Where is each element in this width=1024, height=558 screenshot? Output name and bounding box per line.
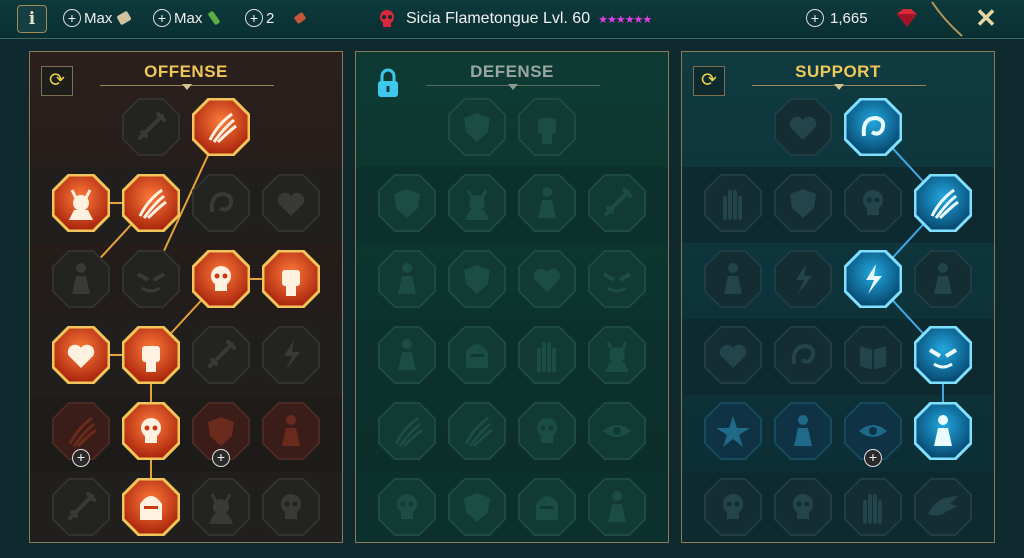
offense-skill-node[interactable] [52,478,110,536]
potion-resource[interactable]: + Max [153,7,223,29]
defense-skill-node[interactable] [518,250,576,308]
unlock-plus-button[interactable]: + [864,449,882,467]
defense-skill-node[interactable] [448,250,506,308]
defense-skill-node[interactable] [588,402,646,460]
offense-skill-node[interactable] [192,326,250,384]
defense-skill-node[interactable] [448,98,506,156]
support-skill-node[interactable] [844,98,902,156]
offense-skill-node[interactable] [122,250,180,308]
potion-count: Max [174,9,203,27]
offense-skill-node[interactable] [262,326,320,384]
defense-skill-node[interactable] [448,478,506,536]
offense-skill-node[interactable] [52,326,110,384]
offense-skill-node[interactable] [192,250,250,308]
support-skill-node[interactable] [704,250,762,308]
lock-icon[interactable] [376,68,400,98]
add-icon[interactable]: + [63,9,81,27]
defense-skill-node[interactable] [588,174,646,232]
support-skill-node[interactable] [704,478,762,536]
champion-title: Sicia Flametongue Lvl. 60 ★★★★★★ [376,8,652,30]
support-skill-node[interactable] [844,174,902,232]
support-skill-node[interactable] [844,250,902,308]
ticket-resource[interactable]: + 2 [245,7,309,29]
offense-skill-node[interactable] [192,98,250,156]
defense-skill-node[interactable] [378,174,436,232]
offense-skill-node[interactable] [122,326,180,384]
gem-count: 1,665 [830,9,868,27]
add-icon[interactable]: + [245,9,263,27]
support-skill-node[interactable] [704,326,762,384]
scroll-icon [117,11,132,25]
offense-skill-node[interactable] [262,478,320,536]
support-skill-node[interactable] [844,478,902,536]
defense-skill-node[interactable] [518,478,576,536]
add-icon[interactable]: + [153,9,171,27]
support-skill-node[interactable] [704,174,762,232]
offense-skill-node[interactable] [262,250,320,308]
offense-skill-node[interactable] [262,402,320,460]
scroll-count: Max [84,9,113,27]
defense-skill-node[interactable] [588,250,646,308]
support-skill-node[interactable] [774,326,832,384]
ruby-icon [897,9,917,27]
support-skill-node[interactable] [914,250,972,308]
support-panel: SUPPORT ⟳ + [681,51,995,543]
defense-title-text: DEFENSE [470,62,554,81]
top-bar: i + Max + Max + 2 Sicia Flametongue Lvl.… [0,0,1024,39]
support-skill-node[interactable] [774,478,832,536]
offense-skill-node[interactable] [192,174,250,232]
defense-skill-node[interactable] [378,326,436,384]
defense-skill-node[interactable] [588,326,646,384]
offense-skill-node[interactable] [122,402,180,460]
unlock-plus-button[interactable]: + [72,449,90,467]
defense-skill-node[interactable] [518,174,576,232]
defense-skill-node[interactable] [378,402,436,460]
support-skill-node[interactable] [914,402,972,460]
support-skill-node[interactable] [914,174,972,232]
scroll-resource[interactable]: + Max [63,7,133,29]
defense-title: DEFENSE [356,62,668,90]
defense-skill-node[interactable] [518,98,576,156]
defense-skill-node[interactable] [448,402,506,460]
frame-ornament [931,1,963,37]
defense-skill-node[interactable] [588,478,646,536]
ticket-count: 2 [266,9,275,27]
close-button[interactable]: ✕ [975,4,997,32]
offense-skill-node[interactable] [122,174,180,232]
offense-skill-node[interactable] [122,98,180,156]
offense-skill-node[interactable] [262,174,320,232]
support-skill-node[interactable] [914,478,972,536]
support-skill-node[interactable] [914,326,972,384]
offense-skill-node[interactable] [122,478,180,536]
defense-skill-node[interactable] [448,326,506,384]
star-rating: ★★★★★★ [598,13,652,26]
gem-resource[interactable]: + 1,665 [806,7,919,29]
support-skill-node[interactable] [774,98,832,156]
ticket-icon [294,12,306,24]
support-skill-node[interactable] [844,326,902,384]
support-skill-node[interactable] [774,402,832,460]
info-button[interactable]: i [17,5,47,33]
offense-panel: OFFENSE ⟳ + + [29,51,343,543]
skull-icon [380,10,394,27]
defense-skill-node[interactable] [518,402,576,460]
support-skill-node[interactable] [774,250,832,308]
offense-skill-node[interactable] [52,250,110,308]
offense-skill-node[interactable] [52,174,110,232]
potion-icon [208,11,221,25]
defense-panel: DEFENSE [355,51,669,543]
add-icon[interactable]: + [806,9,824,27]
unlock-plus-button[interactable]: + [212,449,230,467]
offense-skill-node[interactable] [192,478,250,536]
support-skill-node[interactable] [704,402,762,460]
defense-skill-node[interactable] [518,326,576,384]
champion-name: Sicia Flametongue Lvl. 60 [406,10,591,27]
support-skill-node[interactable] [774,174,832,232]
defense-skill-node[interactable] [378,478,436,536]
defense-skill-node[interactable] [378,250,436,308]
defense-skill-node[interactable] [448,174,506,232]
